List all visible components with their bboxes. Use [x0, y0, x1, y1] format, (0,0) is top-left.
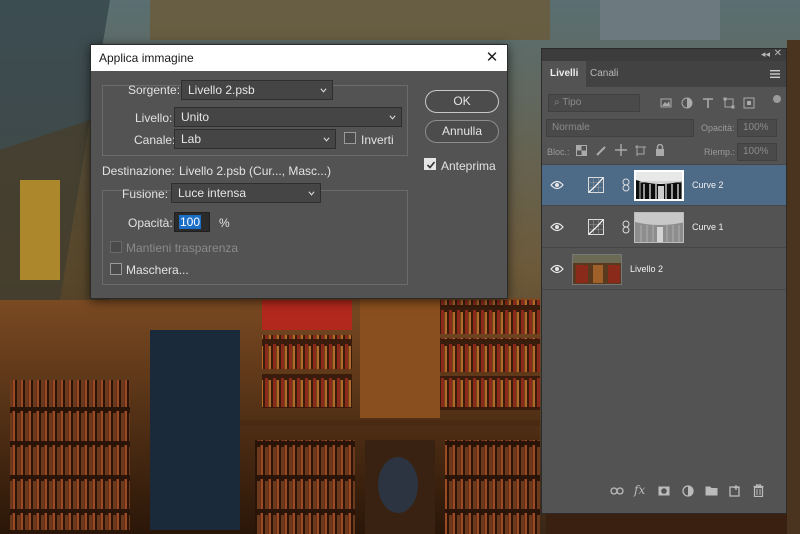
- layer-name: Curve 1: [692, 222, 724, 232]
- fill-label: Riemp.:: [704, 147, 736, 157]
- channel-select-value: Lab: [181, 132, 202, 146]
- fx-icon[interactable]: fx: [634, 483, 645, 497]
- layer-label: Livello:: [135, 111, 173, 125]
- channel-label: Canale:: [134, 133, 176, 147]
- preview-label: Anteprima: [441, 159, 496, 173]
- invert-checkbox[interactable]: [344, 132, 356, 144]
- layer-filter-select[interactable]: ⌕ Tipo: [548, 94, 640, 112]
- opacity-unit: %: [219, 216, 230, 230]
- opacity-label: Opacità:: [701, 123, 735, 133]
- layer-preview-image: [573, 255, 621, 284]
- panel-tabs: Livelli Canali: [542, 61, 786, 87]
- mask-checkbox[interactable]: [110, 263, 122, 275]
- layer-row-livello-2[interactable]: Livello 2: [542, 249, 786, 290]
- invert-label: Inverti: [361, 133, 394, 147]
- cancel-button[interactable]: Annulla: [425, 120, 499, 143]
- tab-channels[interactable]: Canali: [582, 61, 626, 87]
- eye-icon[interactable]: [550, 180, 564, 190]
- tab-layers[interactable]: Livelli: [542, 61, 587, 87]
- collapse-icon[interactable]: ◂◂: [761, 49, 770, 60]
- adjustment-filter-icon[interactable]: [681, 97, 693, 109]
- source-select[interactable]: Livello 2.psb: [181, 80, 333, 100]
- opacity-input[interactable]: 100: [174, 212, 210, 232]
- close-icon[interactable]: ✕: [774, 48, 782, 59]
- apply-image-dialog: Applica immagine ✕ Sorgente: Livello 2.p…: [90, 44, 508, 299]
- lock-pixels-icon[interactable]: [596, 145, 607, 156]
- panel-header-bar: ◂◂ ✕: [542, 48, 786, 61]
- curves-adjustment-icon: [588, 177, 604, 193]
- search-icon: ⌕: [554, 97, 563, 108]
- source-label: Sorgente:: [128, 83, 181, 97]
- layer-name: Livello 2: [630, 264, 664, 274]
- layer-select-value: Unito: [181, 110, 210, 124]
- dialog-title: Applica immagine: [99, 51, 194, 65]
- destination-label: Destinazione:: [102, 164, 175, 178]
- check-icon: [426, 161, 436, 169]
- curves-adjustment-icon: [588, 219, 604, 235]
- panel-bottom-toolbar: fx: [542, 481, 786, 503]
- preserve-transparency-label: Mantieni trasparenza: [126, 241, 239, 255]
- source-select-value: Livello 2.psb: [188, 83, 255, 97]
- lock-all-icon[interactable]: [655, 144, 665, 156]
- layers-panel: ◂◂ ✕ Livelli Canali ⌕ Tipo Normale Opaci…: [541, 48, 787, 514]
- folder-icon[interactable]: [705, 485, 718, 496]
- opacity-input-value: 100: [179, 215, 202, 229]
- panel-menu-icon[interactable]: [770, 69, 780, 79]
- opacity-field[interactable]: 100%: [737, 119, 777, 137]
- mask-label: Maschera...: [126, 263, 189, 277]
- smart-object-filter-icon[interactable]: [743, 97, 755, 109]
- layer-row-curve-2[interactable]: Curve 2: [542, 165, 786, 206]
- adjustment-icon[interactable]: [682, 485, 694, 497]
- lock-transparent-icon[interactable]: [576, 145, 587, 156]
- new-layer-icon[interactable]: [729, 485, 741, 497]
- chevron-down-icon: [320, 88, 327, 93]
- blending-label: Fusione:: [122, 187, 169, 201]
- eye-icon[interactable]: [550, 264, 564, 274]
- layer-row-curve-1[interactable]: Curve 1: [542, 207, 786, 248]
- chain-link-icon[interactable]: [622, 178, 630, 192]
- link-icon[interactable]: [610, 486, 624, 496]
- fill-field[interactable]: 100%: [737, 143, 777, 161]
- filter-toggle-icon[interactable]: [772, 94, 782, 104]
- chevron-down-icon: [308, 191, 315, 196]
- pixel-filter-icon[interactable]: [660, 97, 672, 109]
- trash-icon[interactable]: [753, 484, 764, 497]
- blend-mode-select[interactable]: Normale: [546, 119, 694, 137]
- mask-preview-image: [635, 213, 683, 242]
- lock-position-icon[interactable]: [615, 144, 627, 156]
- shape-filter-icon[interactable]: [723, 97, 735, 109]
- lock-label: Bloc.:: [547, 147, 570, 157]
- preserve-transparency-checkbox: [110, 241, 122, 253]
- chain-link-icon[interactable]: [622, 220, 630, 234]
- preview-checkbox[interactable]: [424, 158, 436, 170]
- destination-value: Livello 2.psb (Cur..., Masc...): [179, 164, 332, 178]
- opacity-label: Opacità:: [128, 216, 173, 230]
- mask-preview-image: [636, 172, 682, 199]
- filter-value: Tipo: [562, 97, 582, 108]
- blending-select-value: Luce intensa: [178, 186, 247, 200]
- eye-icon[interactable]: [550, 222, 564, 232]
- close-icon[interactable]: ✕: [481, 47, 503, 69]
- ok-button[interactable]: OK: [425, 90, 499, 113]
- layer-select[interactable]: Unito: [174, 107, 402, 127]
- chevron-down-icon: [389, 115, 396, 120]
- layer-thumbnail[interactable]: [572, 254, 622, 285]
- layer-name: Curve 2: [692, 180, 724, 190]
- lock-artboard-icon[interactable]: [635, 145, 646, 156]
- layers-list: Curve 2 Curve 1 Livello 2: [542, 164, 786, 290]
- layer-mask-thumbnail[interactable]: [634, 212, 684, 243]
- blending-select[interactable]: Luce intensa: [171, 183, 321, 203]
- mask-icon[interactable]: [658, 485, 670, 497]
- chevron-down-icon: [323, 137, 330, 142]
- dialog-titlebar[interactable]: Applica immagine ✕: [91, 45, 507, 71]
- channel-select[interactable]: Lab: [174, 129, 336, 149]
- type-filter-icon[interactable]: [702, 97, 714, 109]
- layer-mask-thumbnail[interactable]: [634, 170, 684, 201]
